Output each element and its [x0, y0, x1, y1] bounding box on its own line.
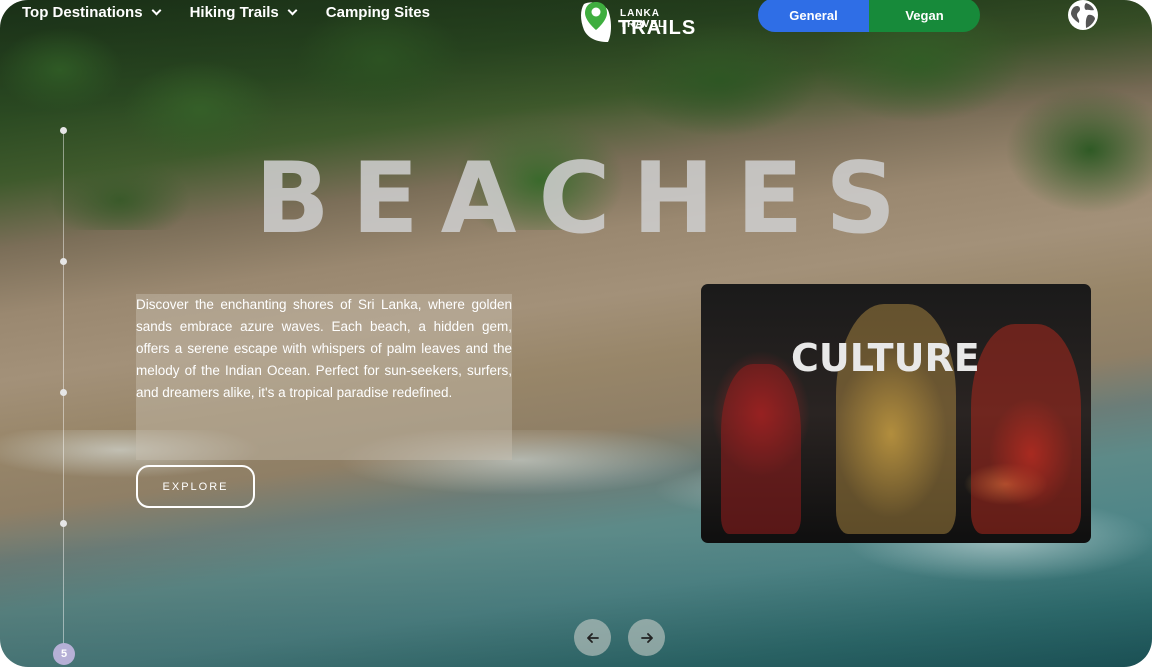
next-destination-card[interactable]: CULTURE — [701, 284, 1091, 543]
vegan-button[interactable]: Vegan — [869, 0, 980, 32]
chevron-down-icon — [287, 5, 298, 16]
site-logo[interactable]: LANKA TRAVEL TRAILS — [578, 0, 698, 44]
hero-description: Discover the enchanting shores of Sri La… — [136, 297, 512, 400]
main-nav: Top Destinations Hiking Trails Camping S… — [22, 4, 430, 21]
explore-button[interactable]: EXPLORE — [136, 465, 255, 508]
nav-item-label: Camping Sites — [325, 4, 430, 21]
hero-heading: BEACHES — [255, 142, 918, 256]
nav-item-top-destinations[interactable]: Top Destinations — [22, 4, 162, 21]
slide-dot[interactable] — [60, 258, 67, 265]
chevron-down-icon — [151, 5, 162, 16]
slide-dot[interactable] — [60, 389, 67, 396]
diet-toggle: General Vegan — [758, 0, 980, 32]
map-pin-icon — [581, 2, 611, 42]
current-slide-number: 5 — [53, 643, 75, 665]
nav-item-label: Hiking Trails — [189, 4, 279, 21]
card-label: CULTURE — [791, 336, 980, 380]
drummer-figure — [971, 324, 1081, 534]
next-slide-button[interactable] — [628, 619, 665, 656]
hero-background: Top Destinations Hiking Trails Camping S… — [0, 0, 1152, 667]
arrow-left-icon — [586, 632, 599, 643]
slide-dot[interactable] — [60, 520, 67, 527]
slide-dot[interactable] — [60, 127, 67, 134]
general-button[interactable]: General — [758, 0, 869, 32]
dancer-figure — [721, 364, 801, 534]
globe-icon[interactable] — [1066, 0, 1100, 32]
prev-slide-button[interactable] — [574, 619, 611, 656]
nav-item-camping-sites[interactable]: Camping Sites — [326, 4, 430, 21]
description-panel: Discover the enchanting shores of Sri La… — [136, 294, 512, 460]
arrow-right-icon — [640, 632, 653, 643]
nav-item-hiking-trails[interactable]: Hiking Trails — [189, 4, 298, 21]
logo-main-text: TRAILS — [618, 17, 697, 39]
nav-item-label: Top Destinations — [22, 4, 143, 21]
slide-progress-line — [63, 130, 64, 645]
